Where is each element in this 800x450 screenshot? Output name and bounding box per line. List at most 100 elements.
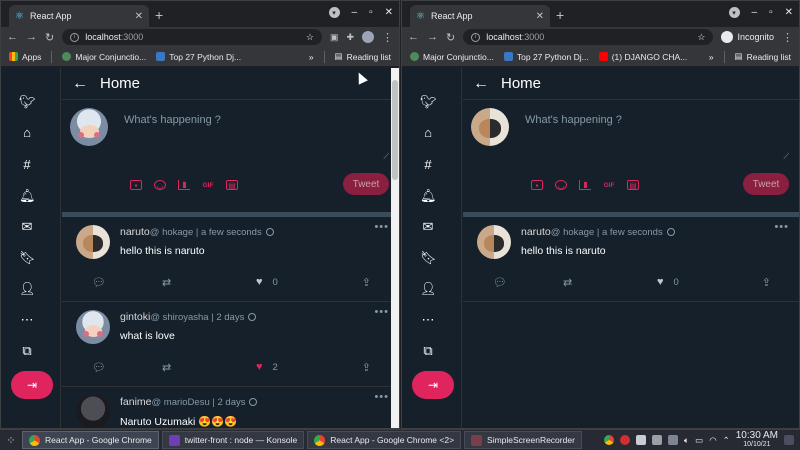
retweet-icon[interactable]: ⇄ (162, 361, 171, 374)
bookmark-item[interactable]: Major Conjunctio... (410, 52, 494, 62)
wifi-icon[interactable]: ◠ (709, 435, 716, 446)
menu-kebab-icon[interactable]: ⋮ (382, 31, 393, 44)
clipboard-icon[interactable] (636, 435, 647, 445)
tab-react-app[interactable]: ⚛ React App ✕ (9, 5, 149, 27)
notes-icon[interactable] (652, 435, 663, 445)
menu-kebab-icon[interactable]: ⋮ (782, 31, 793, 44)
bookmark-item[interactable]: Major Conjunctio... (62, 52, 146, 62)
resize-grip-icon[interactable]: ⟋ (383, 152, 389, 162)
more-options-icon[interactable]: ••• (374, 306, 389, 318)
volume-icon[interactable]: 🔈︎ (684, 435, 689, 446)
forward-arrow-icon[interactable]: → (26, 31, 37, 43)
scrollbar-thumb[interactable] (392, 80, 398, 180)
reload-icon[interactable]: ↻ (446, 31, 455, 44)
bookmark-star-icon[interactable]: ☆ (697, 32, 705, 43)
schedule-calendar-icon[interactable]: ▤ (226, 180, 238, 190)
explore-icon[interactable]: # (19, 157, 35, 173)
reply-icon[interactable]: 💬︎ (92, 276, 106, 289)
share-icon[interactable]: ⇪ (762, 276, 771, 289)
back-arrow-icon[interactable]: ← (408, 31, 419, 43)
back-arrow-icon[interactable]: ← (7, 31, 18, 43)
minimize-button[interactable]: – (752, 7, 758, 18)
extensions-puzzle-icon[interactable]: ✚ (346, 32, 354, 43)
emoji-icon[interactable]: ◡ (154, 180, 166, 190)
bookmark-item[interactable]: Top 27 Python Dj... (156, 52, 241, 62)
bookmark-icon[interactable]: 🔖︎ (420, 250, 437, 266)
poll-chart-icon[interactable]: ▮ (579, 180, 591, 190)
minimize-button[interactable]: – (352, 7, 358, 18)
incognito-indicator[interactable]: Incognito (721, 31, 774, 43)
reply-icon[interactable]: 💬︎ (493, 276, 507, 289)
bookmark-item[interactable]: (1) DJANGO CHA... (598, 52, 687, 62)
home-icon[interactable]: ⌂ (19, 125, 35, 141)
maximize-button[interactable]: ▫ (369, 7, 373, 18)
maximize-button[interactable]: ▫ (769, 7, 773, 18)
like-button[interactable]: ♥ 0 (256, 276, 278, 288)
bookmarks-overflow-icon[interactable]: » (309, 52, 314, 62)
forward-arrow-icon[interactable]: → (427, 31, 438, 43)
app-launcher-icon[interactable]: ⁘ (0, 434, 22, 447)
author-name[interactable]: naruto (120, 226, 150, 238)
schedule-calendar-icon[interactable]: ▤ (627, 180, 639, 190)
address-bar[interactable]: i localhost:3000 ☆ (62, 29, 322, 45)
address-bar[interactable]: i localhost:3000 ☆ (463, 29, 714, 45)
resize-grip-icon[interactable]: ⟋ (783, 152, 789, 162)
add-box-icon[interactable]: ⧉ (19, 343, 35, 359)
share-icon[interactable]: ⇪ (362, 361, 371, 374)
more-options-icon[interactable]: ••• (374, 391, 389, 403)
author-name[interactable]: gintoki (120, 311, 150, 323)
tab-react-app[interactable]: ⚛ React App ✕ (410, 5, 550, 27)
taskbar-task[interactable]: SimpleScreenRecorder (464, 431, 582, 449)
like-button[interactable]: ♥ 2 (256, 361, 278, 373)
back-arrow-icon[interactable]: ← (72, 75, 88, 93)
reading-list[interactable]: ▤ Reading list (735, 51, 791, 62)
explore-icon[interactable]: # (420, 157, 436, 173)
profile-icon[interactable]: 👤︎ (19, 281, 36, 297)
mail-icon[interactable]: ✉ (420, 219, 436, 235)
profile-icon[interactable]: 👤︎ (420, 281, 437, 297)
tray-expand-icon[interactable]: ⌃ (723, 435, 730, 446)
tab-close-icon[interactable]: ✕ (536, 11, 544, 22)
battery-icon[interactable]: ▭ (695, 435, 703, 446)
reload-icon[interactable]: ↻ (45, 31, 54, 44)
share-icon[interactable]: ⇪ (362, 276, 371, 289)
add-box-icon[interactable]: ⧉ (420, 343, 436, 359)
retweet-icon[interactable]: ⇄ (162, 276, 171, 289)
more-options-icon[interactable]: ••• (774, 221, 789, 233)
taskbar-task[interactable]: React App - Google Chrome (22, 431, 159, 449)
device-icon[interactable] (668, 435, 679, 445)
profile-avatar-icon[interactable] (362, 31, 374, 43)
gif-icon[interactable]: GIF (202, 180, 214, 190)
login-button[interactable]: ⇥ (412, 371, 454, 399)
image-icon[interactable]: ▪ (531, 180, 543, 190)
tweet-button[interactable]: Tweet (343, 173, 389, 195)
emoji-icon[interactable]: ◡ (555, 180, 567, 190)
poll-chart-icon[interactable]: ▮ (178, 180, 190, 190)
login-button[interactable]: ⇥ (11, 371, 53, 399)
new-tab-button[interactable]: + (155, 7, 163, 23)
more-options-icon[interactable]: ⋯ (19, 312, 35, 328)
close-window-button[interactable]: ✕ (785, 7, 793, 18)
home-icon[interactable]: ⌂ (420, 125, 436, 141)
show-desktop-icon[interactable] (784, 435, 794, 445)
bookmark-star-icon[interactable]: ☆ (306, 32, 314, 43)
bookmark-apps[interactable]: Apps (9, 52, 41, 62)
more-options-icon[interactable]: ⋯ (420, 312, 436, 328)
chrome-tray-icon[interactable] (604, 435, 615, 445)
reply-icon[interactable]: 💬︎ (92, 361, 106, 374)
recorder-tray-icon[interactable] (620, 435, 631, 445)
twitter-bird-icon[interactable]: 🐦︎ (420, 94, 437, 110)
bell-icon[interactable]: 🔔︎ (420, 188, 437, 204)
tweet-input[interactable]: What's happening ? (124, 114, 221, 126)
bookmarks-overflow-icon[interactable]: » (709, 52, 714, 62)
scrollbar[interactable] (391, 68, 399, 428)
taskbar-task[interactable]: React App - Google Chrome <2> (307, 431, 462, 449)
site-info-icon[interactable]: i (70, 32, 80, 42)
site-info-icon[interactable]: i (471, 32, 481, 42)
author-name[interactable]: fanime (120, 396, 152, 408)
bell-icon[interactable]: 🔔︎ (19, 188, 36, 204)
gif-icon[interactable]: GIF (603, 180, 615, 190)
mail-icon[interactable]: ✉ (19, 219, 35, 235)
image-icon[interactable]: ▪ (130, 180, 142, 190)
back-arrow-icon[interactable]: ← (473, 75, 489, 93)
